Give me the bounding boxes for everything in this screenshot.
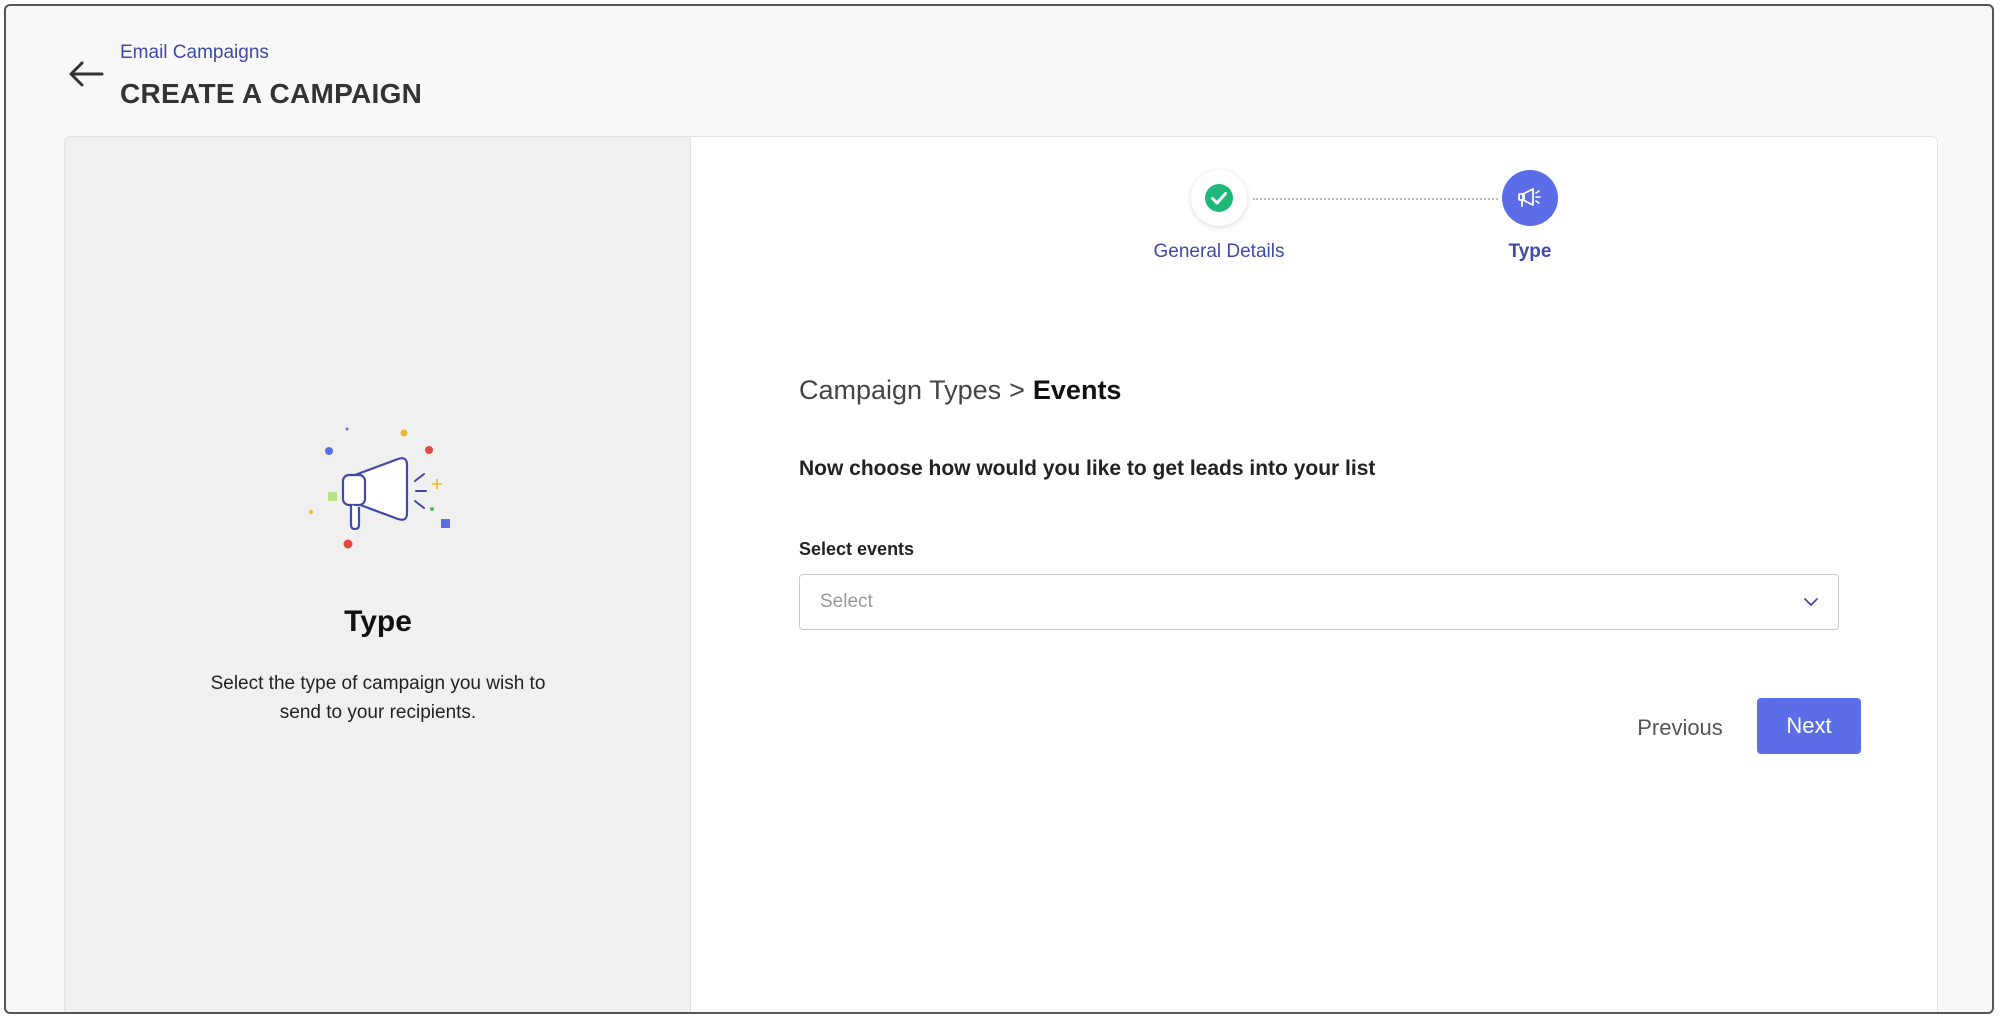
page-title: CREATE A CAMPAIGN <box>120 78 423 109</box>
next-button[interactable]: Next <box>1757 698 1861 754</box>
select-events-dropdown[interactable]: Select <box>799 574 1839 630</box>
crumb-parent[interactable]: Campaign Types <box>799 375 1001 405</box>
previous-button[interactable]: Previous <box>1625 701 1735 755</box>
section-prompt: Now choose how would you like to get lea… <box>799 457 1376 480</box>
panel-description: Select the type of campaign you wish to … <box>210 673 546 723</box>
crumb-current: Events <box>1032 375 1122 405</box>
megaphone-icon <box>309 427 450 549</box>
campaign-card: Type Select the type of campaign you wis… <box>64 136 1938 1012</box>
back-arrow-icon[interactable] <box>66 58 106 90</box>
crumb-separator: > <box>1009 375 1025 405</box>
panel-title: Type <box>344 605 412 638</box>
campaign-type-breadcrumb: Campaign Types > Events <box>799 375 1121 406</box>
select-placeholder: Select <box>820 591 873 612</box>
select-events-label: Select events <box>799 539 915 559</box>
chevron-down-icon <box>1804 598 1818 606</box>
breadcrumb-email-campaigns[interactable]: Email Campaigns <box>120 42 269 64</box>
form-area: Campaign Types > Events Now choose how wou… <box>799 137 1937 1012</box>
app-window: Email Campaigns CREATE A CAMPAIGN Type S… <box>4 4 1994 1014</box>
info-panel: Type Select the type of campaign you wis… <box>65 137 691 1012</box>
